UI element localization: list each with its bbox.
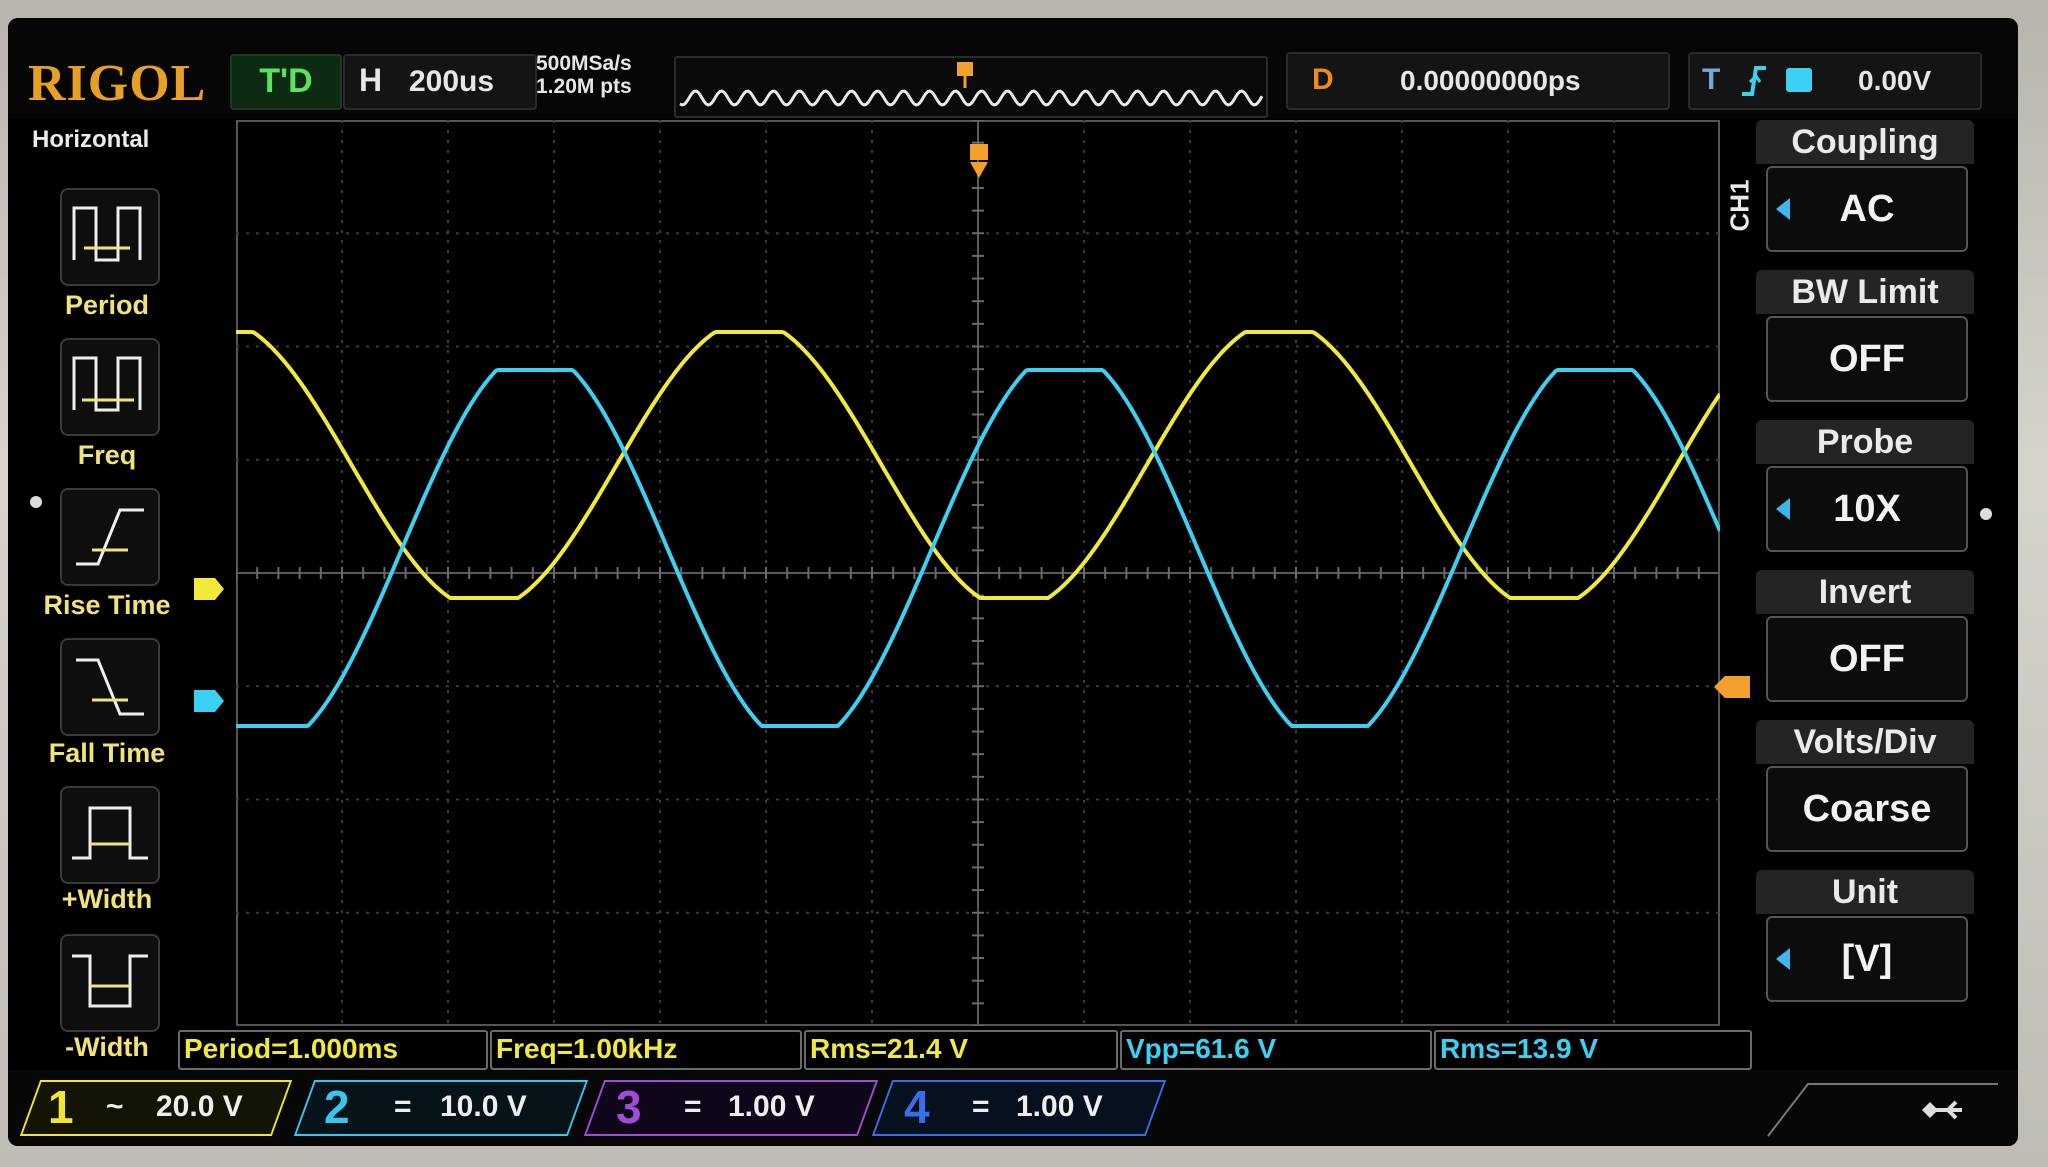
delay-label: D bbox=[1312, 63, 1334, 96]
usb-icon bbox=[1922, 1100, 1962, 1120]
unit-value: [V] bbox=[1841, 938, 1893, 980]
ch2-offset-marker[interactable] bbox=[194, 690, 224, 712]
bw-limit-button[interactable]: OFF bbox=[1766, 316, 1968, 402]
scope-screen: RIGOL T'D H 200us 500MSa/s 1.20M pts D 0… bbox=[8, 18, 2018, 1146]
waveform-overview[interactable] bbox=[674, 56, 1268, 118]
unit-title: Unit bbox=[1756, 870, 1974, 914]
coupling-button[interactable]: AC bbox=[1766, 166, 1968, 252]
invert-title: Invert bbox=[1756, 570, 1974, 614]
overview-trace bbox=[679, 89, 1264, 107]
coupling-value: AC bbox=[1839, 188, 1895, 230]
unit-button[interactable]: [V] bbox=[1766, 916, 1968, 1002]
rise-time-icon bbox=[76, 508, 144, 566]
left-menu: Horizontal Period Freq Rise Time Fall Ti… bbox=[22, 124, 182, 1074]
overview-trigger-marker bbox=[957, 62, 973, 88]
neg-width-button[interactable] bbox=[60, 934, 160, 1032]
ch3-coupling-icon: = bbox=[684, 1090, 702, 1123]
rise-time-button[interactable] bbox=[60, 488, 160, 586]
bw-limit-value: OFF bbox=[1829, 338, 1905, 380]
pos-width-icon bbox=[72, 806, 148, 860]
volts-div-button[interactable]: Coarse bbox=[1766, 766, 1968, 852]
ch2-scale: 10.0 V bbox=[440, 1090, 527, 1123]
timebase-box[interactable]: H 200us bbox=[343, 54, 537, 110]
rise-time-label: Rise Time bbox=[43, 590, 171, 620]
neg-width-label: -Width bbox=[65, 1032, 149, 1062]
left-menu-title: Horizontal bbox=[32, 126, 150, 153]
invert-button[interactable]: OFF bbox=[1766, 616, 1968, 702]
trigger-box[interactable]: T 0.00V bbox=[1688, 52, 1982, 110]
graticule bbox=[235, 119, 1720, 1027]
fall-time-button[interactable] bbox=[60, 638, 160, 736]
ch4-scale: 1.00 V bbox=[1016, 1090, 1103, 1123]
fall-time-icon bbox=[76, 658, 144, 716]
freq-label: Freq bbox=[77, 440, 137, 470]
probe-value: 10X bbox=[1833, 488, 1901, 530]
invert-value: OFF bbox=[1829, 638, 1905, 680]
ch4-coupling-icon: = bbox=[972, 1090, 990, 1123]
trigger-label: T bbox=[1702, 63, 1721, 96]
sample-rate: 500MSa/s bbox=[536, 52, 632, 75]
period-icon bbox=[72, 206, 142, 262]
period-button[interactable] bbox=[60, 188, 160, 286]
ch2-coupling-icon: = bbox=[394, 1090, 412, 1123]
timebase-label: H bbox=[359, 62, 383, 98]
overview-svg bbox=[679, 62, 1264, 107]
waveform-grid bbox=[235, 119, 1722, 1027]
unit-arrow-icon bbox=[1776, 948, 1790, 970]
ch1-scale: 20.0 V bbox=[156, 1090, 243, 1123]
status-area bbox=[1767, 1083, 1998, 1137]
ch1-coupling-icon: ~ bbox=[106, 1090, 124, 1123]
trigger-edge-icon bbox=[1742, 66, 1766, 96]
neg-width-icon bbox=[72, 954, 148, 1008]
pos-width-label: +Width bbox=[61, 884, 153, 914]
probe-arrow-icon bbox=[1776, 498, 1790, 520]
measurement-freq[interactable]: Freq=1.00kHz bbox=[490, 1030, 802, 1070]
waveform-area[interactable] bbox=[235, 119, 1722, 1031]
measurement-period[interactable]: Period=1.000ms bbox=[178, 1030, 488, 1070]
measurement-rms-ch1[interactable]: Rms=21.4 V bbox=[804, 1030, 1118, 1070]
ch3-number: 3 bbox=[616, 1081, 642, 1133]
delay-value: 0.00000000ps bbox=[1400, 65, 1581, 96]
trigger-status: T'D bbox=[230, 54, 342, 110]
scroll-indicator bbox=[30, 496, 42, 508]
timebase-value: 200us bbox=[409, 65, 495, 98]
brand-logo: RIGOL bbox=[28, 55, 207, 112]
fall-time-label: Fall Time bbox=[48, 738, 166, 768]
right-menu: Coupling AC BW Limit OFF Probe 10X Inver… bbox=[1756, 120, 1988, 1040]
bw-limit-title: BW Limit bbox=[1756, 270, 1974, 314]
delay-box[interactable]: D 0.00000000ps bbox=[1286, 52, 1670, 110]
menu-channel-label: CH1 bbox=[1724, 179, 1755, 232]
period-label: Period bbox=[64, 290, 150, 320]
freq-button[interactable] bbox=[60, 338, 160, 436]
ch4-number: 4 bbox=[904, 1081, 930, 1133]
probe-button[interactable]: 10X bbox=[1766, 466, 1968, 552]
measurement-vpp[interactable]: Vpp=61.6 V bbox=[1120, 1030, 1432, 1070]
measurement-rms-ch2[interactable]: Rms=13.9 V bbox=[1434, 1030, 1752, 1070]
volts-div-title: Volts/Div bbox=[1756, 720, 1974, 764]
probe-title: Probe bbox=[1756, 420, 1974, 464]
trigger-source-swatch bbox=[1786, 68, 1812, 92]
acquisition-info: 500MSa/s 1.20M pts bbox=[536, 52, 666, 98]
freq-icon bbox=[72, 356, 142, 412]
coupling-arrow-icon bbox=[1776, 198, 1790, 220]
memory-depth: 1.20M pts bbox=[536, 75, 632, 98]
trigger-level: 0.00V bbox=[1858, 65, 1932, 96]
channel-bar: 1 ~ 20.0 V 2 = 10.0 V 3 = 1.00 V 4 = 1.0… bbox=[8, 1070, 2018, 1146]
ch1-number: 1 bbox=[48, 1081, 74, 1133]
ch1-offset-marker[interactable] bbox=[194, 578, 224, 600]
pos-width-button[interactable] bbox=[60, 786, 160, 884]
coupling-title: Coupling bbox=[1756, 120, 1974, 164]
ch2-number: 2 bbox=[324, 1081, 350, 1133]
ch3-scale: 1.00 V bbox=[728, 1090, 815, 1123]
volts-div-value: Coarse bbox=[1802, 788, 1932, 830]
